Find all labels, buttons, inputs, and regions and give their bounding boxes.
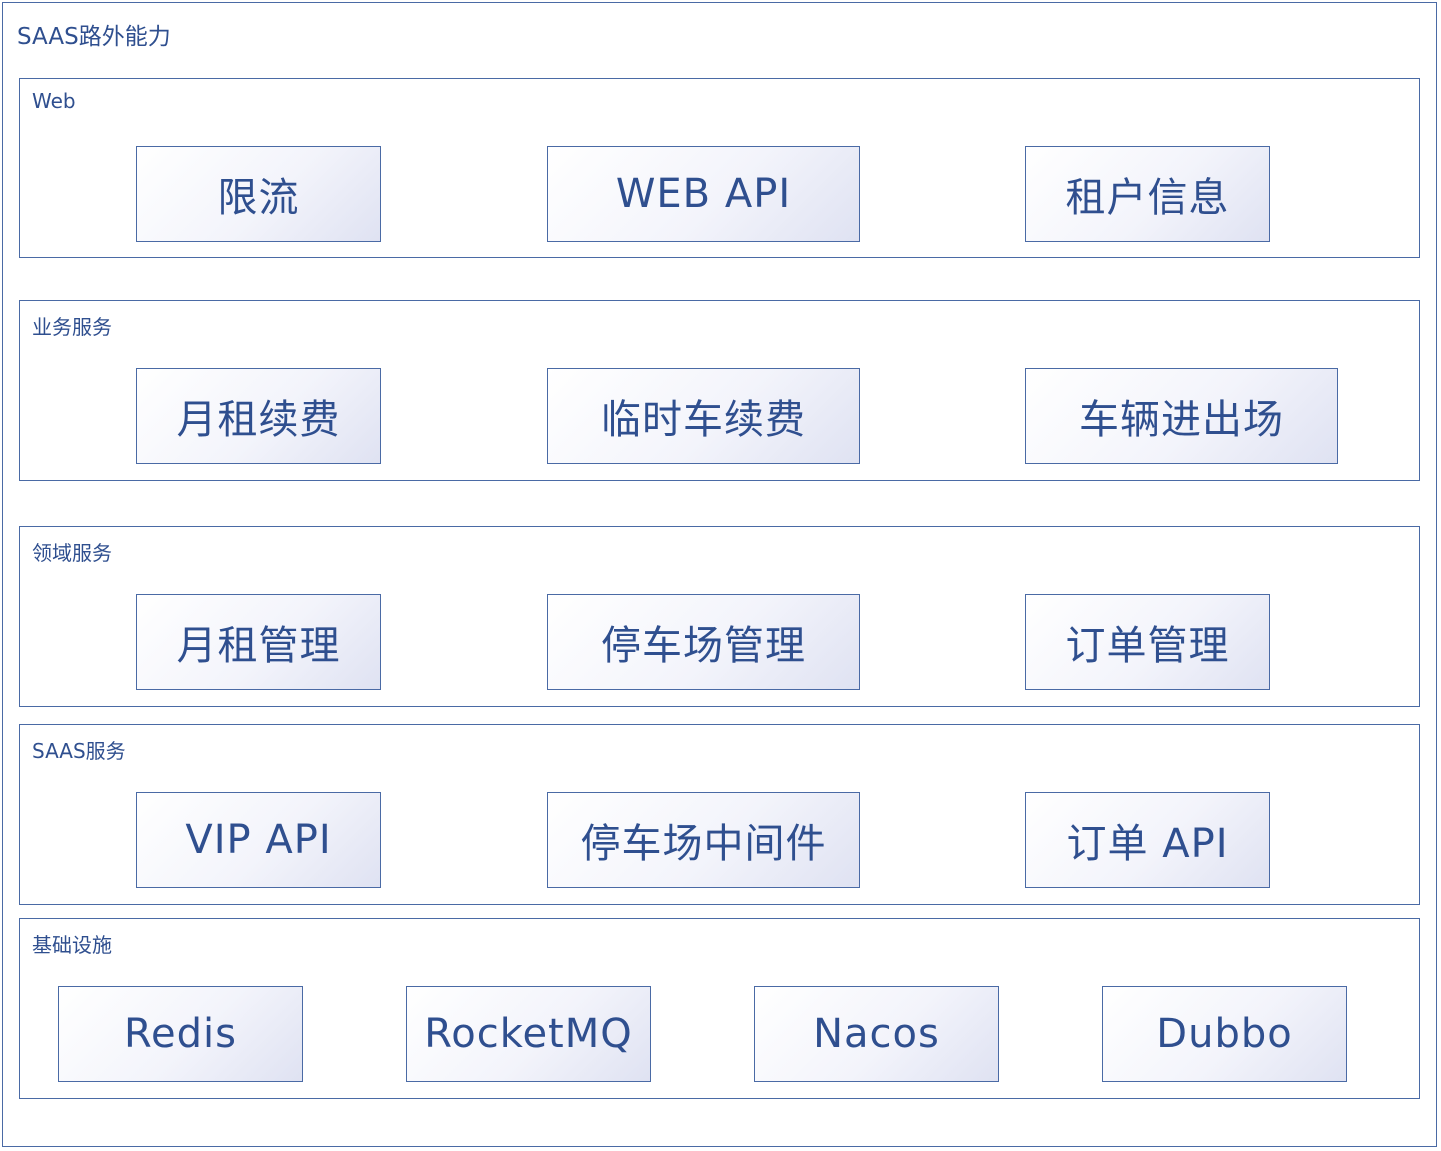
component-box: VIP API (136, 792, 381, 888)
component-box: Nacos (754, 986, 999, 1082)
component-box: Redis (58, 986, 303, 1082)
layer-saas-services: SAAS服务 VIP API 停车场中间件 订单 API (19, 724, 1420, 905)
layer-label: 基础设施 (32, 933, 112, 957)
layer-label: 领域服务 (32, 541, 112, 565)
layer-web: Web 限流 WEB API 租户信息 (19, 78, 1420, 258)
layer-label: SAAS服务 (32, 739, 126, 763)
component-box: 限流 (136, 146, 381, 242)
layer-domain-services: 领域服务 月租管理 停车场管理 订单管理 (19, 526, 1420, 707)
layer-infrastructure: 基础设施 Redis RocketMQ Nacos Dubbo (19, 918, 1420, 1099)
component-box: 临时车续费 (547, 368, 860, 464)
diagram-title: SAAS路外能力 (17, 24, 171, 50)
component-box: Dubbo (1102, 986, 1347, 1082)
component-box: 车辆进出场 (1025, 368, 1338, 464)
component-box: 月租续费 (136, 368, 381, 464)
component-box: 订单管理 (1025, 594, 1270, 690)
component-box: 停车场管理 (547, 594, 860, 690)
component-box: 订单 API (1025, 792, 1270, 888)
component-box: 停车场中间件 (547, 792, 860, 888)
component-box: 租户信息 (1025, 146, 1270, 242)
component-box: 月租管理 (136, 594, 381, 690)
layer-label: 业务服务 (32, 315, 112, 339)
component-box: RocketMQ (406, 986, 651, 1082)
layer-business-services: 业务服务 月租续费 临时车续费 车辆进出场 (19, 300, 1420, 481)
component-box: WEB API (547, 146, 860, 242)
layer-label: Web (32, 89, 76, 113)
